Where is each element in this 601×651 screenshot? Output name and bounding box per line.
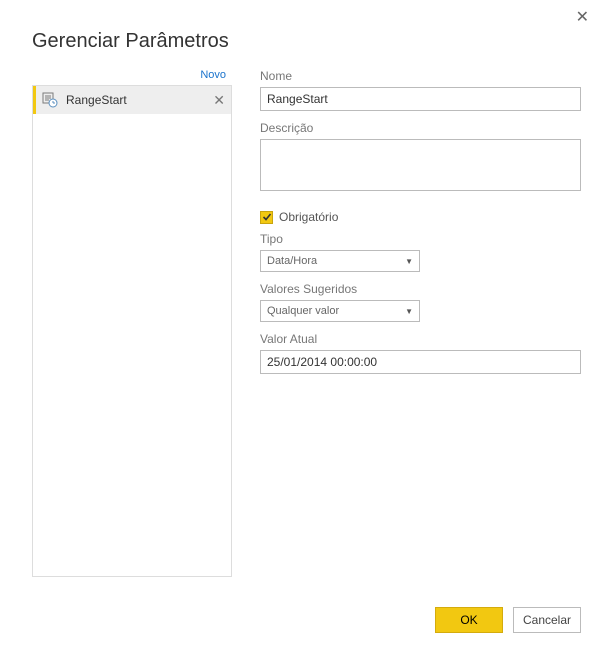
suggested-values-value: Qualquer valor — [267, 305, 339, 317]
description-label: Descrição — [260, 121, 581, 135]
suggested-values-label: Valores Sugeridos — [260, 282, 581, 296]
type-label: Tipo — [260, 232, 581, 246]
dialog-title: Gerenciar Parâmetros — [0, 0, 601, 53]
chevron-down-icon: ▼ — [405, 307, 413, 316]
current-value-label: Valor Atual — [260, 332, 581, 346]
parameter-icon — [42, 92, 58, 108]
type-select[interactable]: Data/Hora ▼ — [260, 250, 420, 272]
description-input[interactable] — [260, 139, 581, 191]
name-label: Nome — [260, 69, 581, 83]
close-icon[interactable]: ✕ — [576, 10, 589, 26]
ok-button[interactable]: OK — [435, 607, 503, 633]
parameter-item-rangestart[interactable]: RangeStart ✕ — [33, 86, 231, 114]
cancel-button[interactable]: Cancelar — [513, 607, 581, 633]
type-select-value: Data/Hora — [267, 255, 317, 267]
current-value-input[interactable] — [260, 350, 581, 374]
required-label: Obrigatório — [279, 210, 338, 224]
chevron-down-icon: ▼ — [405, 257, 413, 266]
delete-parameter-icon[interactable]: ✕ — [213, 93, 225, 107]
parameter-item-label: RangeStart — [66, 93, 213, 107]
name-input[interactable] — [260, 87, 581, 111]
parameter-list: RangeStart ✕ — [32, 85, 232, 577]
required-checkbox[interactable] — [260, 211, 273, 224]
new-parameter-link[interactable]: Novo — [32, 69, 232, 85]
suggested-values-select[interactable]: Qualquer valor ▼ — [260, 300, 420, 322]
